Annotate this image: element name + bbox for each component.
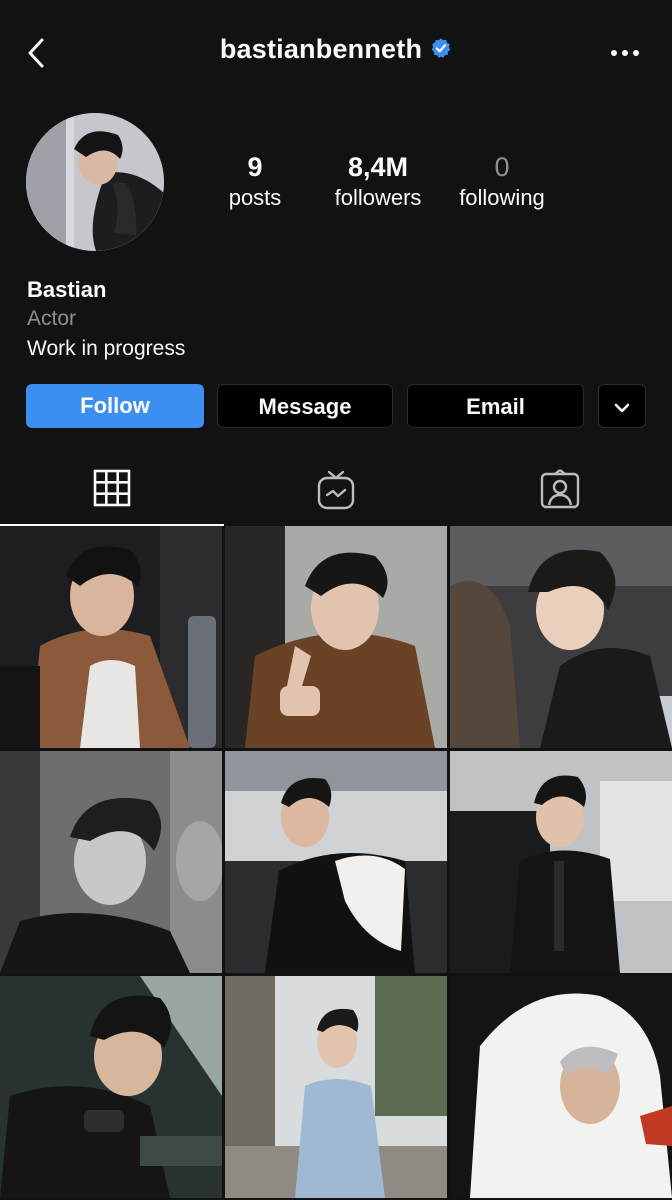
- post-thumbnail[interactable]: [225, 526, 447, 748]
- profile-photo: [26, 113, 164, 251]
- post-photo: [225, 976, 447, 1198]
- more-options-button[interactable]: [606, 40, 646, 66]
- tab-tagged[interactable]: [448, 452, 672, 526]
- email-button[interactable]: Email: [407, 384, 584, 428]
- post-thumbnail[interactable]: [0, 976, 222, 1198]
- post-photo: [0, 526, 222, 748]
- tab-igtv[interactable]: [224, 452, 448, 526]
- profile-username: bastianbenneth: [219, 34, 423, 64]
- profile-bio-text: Work in progress: [27, 337, 186, 360]
- message-button[interactable]: Message: [217, 384, 393, 428]
- following-label: following: [459, 185, 545, 210]
- post-photo: [225, 751, 447, 973]
- profile-tabs: [0, 452, 672, 526]
- follow-button[interactable]: Follow: [26, 384, 204, 428]
- posts-stat[interactable]: 9 posts: [212, 150, 298, 212]
- post-photo: [450, 976, 672, 1198]
- profile-category: Actor: [27, 307, 77, 330]
- followers-count: 8,4M: [347, 152, 409, 182]
- verified-badge-icon: [431, 38, 451, 58]
- post-thumbnail[interactable]: [450, 526, 672, 748]
- igtv-icon: [317, 470, 355, 510]
- suggested-accounts-button[interactable]: [598, 384, 646, 428]
- profile-bio: Bastian Actor Work in progress: [27, 276, 185, 364]
- post-thumbnail[interactable]: [225, 751, 447, 973]
- top-bar: bastianbenneth: [0, 0, 672, 106]
- post-thumbnail[interactable]: [0, 526, 222, 748]
- posts-label: posts: [228, 185, 282, 210]
- posts-grid: [0, 526, 672, 1200]
- post-photo: [450, 751, 672, 973]
- chevron-down-icon: [614, 403, 630, 413]
- post-photo: [0, 751, 222, 973]
- post-thumbnail[interactable]: [450, 976, 672, 1198]
- post-photo: [225, 526, 447, 748]
- post-photo: [450, 526, 672, 748]
- followers-stat[interactable]: 8,4M followers: [326, 150, 430, 212]
- more-horizontal-icon: [611, 50, 639, 56]
- posts-count: 9: [247, 152, 263, 182]
- post-photo: [0, 976, 222, 1198]
- following-count: 0: [494, 152, 510, 182]
- post-thumbnail[interactable]: [225, 976, 447, 1198]
- grid-icon: [93, 469, 131, 507]
- tab-posts-grid[interactable]: [0, 452, 224, 526]
- profile-name: Bastian: [27, 277, 107, 302]
- title-wrap: bastianbenneth: [0, 34, 672, 65]
- followers-label: followers: [334, 185, 422, 210]
- following-stat[interactable]: 0 following: [450, 150, 554, 212]
- profile-avatar[interactable]: [26, 113, 164, 251]
- tagged-person-icon: [540, 469, 580, 509]
- post-thumbnail[interactable]: [0, 751, 222, 973]
- post-thumbnail[interactable]: [450, 751, 672, 973]
